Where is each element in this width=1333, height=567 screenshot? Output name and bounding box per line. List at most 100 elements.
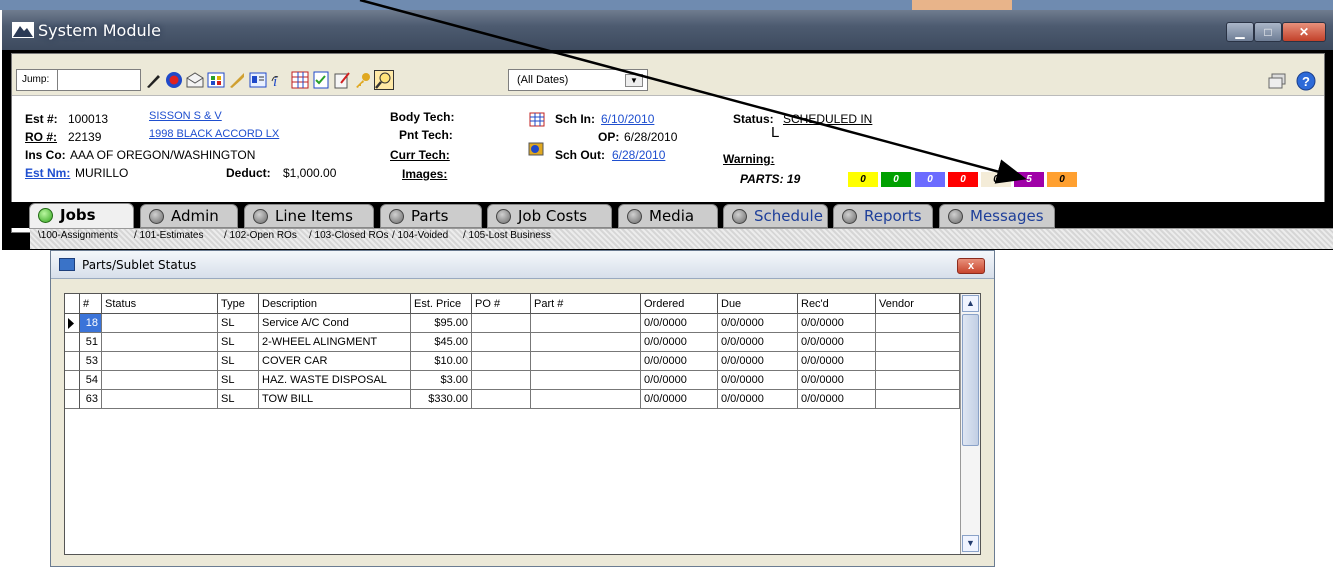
tab-line-items[interactable]: Line Items — [244, 204, 374, 228]
curr-tech-label[interactable]: Curr Tech: — [390, 148, 450, 162]
tab-media[interactable]: Media — [618, 204, 718, 228]
table-cell[interactable]: $330.00 — [411, 390, 472, 409]
column-header[interactable]: Due — [718, 294, 798, 314]
tab-reports[interactable]: Reports — [833, 204, 933, 228]
minimize-button[interactable]: ▁ — [1226, 22, 1254, 42]
column-header[interactable]: Ordered — [641, 294, 718, 314]
table-row[interactable]: 54 SL HAZ. WASTE DISPOSAL $3.00 0/0/0000 0/0/… — [65, 371, 960, 390]
jump-input[interactable] — [57, 69, 141, 91]
table-cell[interactable]: 63 — [80, 390, 102, 409]
table-row[interactable]: 51 SL 2-WHEEL ALINGMENT $45.00 0/0/0000 0/0/0… — [65, 333, 960, 352]
schedule-icon[interactable] — [527, 139, 545, 157]
table-cell[interactable] — [531, 371, 641, 390]
subtab-0[interactable]: \100-Assignments — [38, 230, 118, 241]
table-icon[interactable] — [291, 71, 309, 89]
subtab-1[interactable]: / 101-Estimates — [134, 230, 203, 241]
table-cell[interactable] — [876, 390, 960, 409]
row-selector[interactable] — [65, 352, 80, 371]
tab-schedule[interactable]: Schedule — [723, 204, 828, 228]
row-selector[interactable] — [65, 390, 80, 409]
table-cell[interactable]: 0/0/0000 — [718, 371, 798, 390]
subtab-2[interactable]: / 102-Open ROs — [224, 230, 297, 241]
table-row[interactable]: 63 SL TOW BILL $330.00 0/0/0000 0/0/0000 0/0/0… — [65, 390, 960, 409]
table-cell[interactable]: $45.00 — [411, 333, 472, 352]
table-cell[interactable]: 0/0/0000 — [641, 352, 718, 371]
table-cell[interactable]: SL — [218, 371, 259, 390]
table-cell[interactable]: SL — [218, 314, 259, 333]
info-icon[interactable]: i — [270, 71, 288, 89]
table-cell[interactable]: SL — [218, 333, 259, 352]
column-header[interactable]: Type — [218, 294, 259, 314]
table-cell[interactable]: 0/0/0000 — [718, 314, 798, 333]
table-cell[interactable] — [472, 333, 531, 352]
table-cell[interactable] — [102, 371, 218, 390]
row-selector[interactable] — [65, 371, 80, 390]
envelope-icon[interactable] — [186, 71, 204, 89]
table-cell[interactable] — [531, 333, 641, 352]
table-cell[interactable] — [472, 314, 531, 333]
table-cell[interactable]: 18 — [80, 314, 102, 333]
column-header[interactable]: Status — [102, 294, 218, 314]
search-icon[interactable] — [374, 70, 394, 90]
table-cell[interactable] — [472, 371, 531, 390]
scroll-up-icon[interactable]: ▲ — [962, 295, 979, 312]
table-cell[interactable]: 0/0/0000 — [718, 352, 798, 371]
row-selector[interactable] — [65, 333, 80, 352]
parts-box-2[interactable]: 0 — [915, 172, 945, 187]
table-cell[interactable] — [102, 314, 218, 333]
date-filter-select[interactable]: (All Dates) ▼ — [508, 69, 648, 91]
table-cell[interactable] — [102, 352, 218, 371]
parts-box-5[interactable]: 5 — [1014, 172, 1044, 187]
warning-label[interactable]: Warning: — [723, 152, 775, 166]
column-header[interactable]: Est. Price — [411, 294, 472, 314]
table-row[interactable]: 18 SL Service A/C Cond $95.00 0/0/0000 0/0/00… — [65, 314, 960, 333]
table-cell[interactable]: 53 — [80, 352, 102, 371]
calendar-icon[interactable] — [529, 111, 545, 127]
table-cell[interactable] — [531, 352, 641, 371]
table-cell[interactable]: 0/0/0000 — [798, 314, 876, 333]
table-cell[interactable]: SL — [218, 352, 259, 371]
table-cell[interactable] — [876, 371, 960, 390]
table-cell[interactable]: 0/0/0000 — [798, 352, 876, 371]
parts-box-6[interactable]: 0 — [1047, 172, 1077, 187]
parts-box-1[interactable]: 0 — [881, 172, 911, 187]
subtab-3[interactable]: / 103-Closed ROs — [309, 230, 388, 241]
tab-messages[interactable]: Messages — [939, 204, 1055, 228]
table-cell[interactable]: $10.00 — [411, 352, 472, 371]
estnm-label[interactable]: Est Nm: — [25, 166, 70, 180]
customer-link[interactable]: SISSON S & V — [149, 110, 222, 122]
scroll-down-icon[interactable]: ▼ — [962, 535, 979, 552]
column-header[interactable]: # — [80, 294, 102, 314]
table-cell[interactable]: 2-WHEEL ALINGMENT — [259, 333, 411, 352]
parts-box-0[interactable]: 0 — [848, 172, 878, 187]
help-icon[interactable]: ? — [1296, 71, 1316, 91]
record-icon[interactable] — [165, 71, 183, 89]
table-cell[interactable]: TOW BILL — [259, 390, 411, 409]
schout-value[interactable]: 6/28/2010 — [612, 148, 665, 162]
table-cell[interactable]: 0/0/0000 — [641, 314, 718, 333]
table-cell[interactable]: $3.00 — [411, 371, 472, 390]
table-cell[interactable] — [531, 314, 641, 333]
windows-icon[interactable] — [1268, 73, 1286, 89]
table-cell[interactable] — [876, 333, 960, 352]
column-header[interactable]: Rec'd — [798, 294, 876, 314]
column-header[interactable]: Vendor — [876, 294, 960, 314]
column-header[interactable]: PO # — [472, 294, 531, 314]
subtab-4[interactable]: / 104-Voided — [392, 230, 448, 241]
table-cell[interactable]: HAZ. WASTE DISPOSAL — [259, 371, 411, 390]
table-cell[interactable]: 51 — [80, 333, 102, 352]
grid-scrollbar[interactable]: ▲ ▼ — [960, 294, 980, 554]
table-cell[interactable]: SL — [218, 390, 259, 409]
tab-admin[interactable]: Admin — [140, 204, 238, 228]
row-selector[interactable] — [65, 314, 80, 333]
card-icon[interactable] — [249, 71, 267, 89]
table-cell[interactable] — [472, 390, 531, 409]
pen-icon[interactable] — [144, 71, 162, 89]
table-cell[interactable]: 0/0/0000 — [798, 333, 876, 352]
column-header[interactable]: Description — [259, 294, 411, 314]
status-value[interactable]: SCHEDULED IN — [783, 112, 872, 126]
images-label[interactable]: Images: — [402, 167, 447, 181]
table-cell[interactable] — [472, 352, 531, 371]
table-cell[interactable]: 0/0/0000 — [718, 390, 798, 409]
column-header[interactable]: Part # — [531, 294, 641, 314]
